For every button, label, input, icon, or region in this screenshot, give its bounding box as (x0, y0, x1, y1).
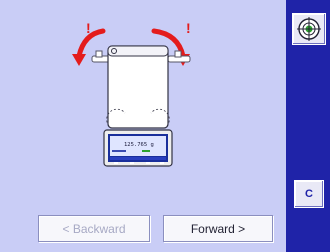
level-indicator-button[interactable] (292, 13, 326, 45)
right-warning-mark: ! (186, 20, 191, 36)
backward-button[interactable]: < Backward (38, 215, 150, 242)
balance-body (106, 45, 170, 129)
level-indicator-icon (297, 17, 321, 41)
instruction-panel: ! ! 125.765 g < Backward Forward > (0, 0, 286, 252)
forward-button[interactable]: Forward > (163, 215, 273, 242)
terminal-display-text: 125.765 g (124, 142, 154, 148)
right-leveling-foot-icon (167, 50, 191, 63)
clear-button[interactable]: C (294, 180, 324, 208)
screen: ! ! 125.765 g < Backward Forward > C (0, 0, 330, 252)
balance-instruction-illustration: ! ! 125.765 g (72, 20, 191, 167)
balance-terminal: 125.765 g (103, 129, 173, 167)
